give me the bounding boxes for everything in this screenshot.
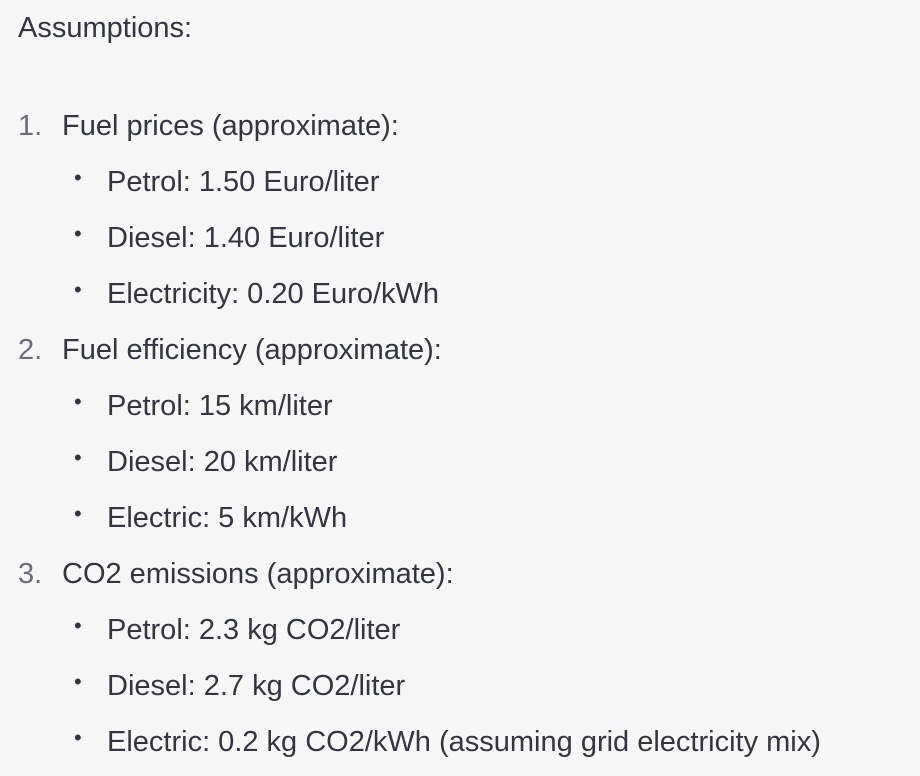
bullet-icon: •	[74, 389, 82, 414]
section-items: • Petrol: 2.3 kg CO2/liter • Diesel: 2.7…	[18, 602, 920, 770]
list-number: 1.	[18, 110, 43, 142]
section-heading: 1. Fuel prices (approximate):	[18, 98, 920, 154]
bullet-icon: •	[74, 501, 82, 526]
list-item-text: Diesel: 1.40 Euro/liter	[107, 222, 385, 254]
list-item: • Petrol: 2.3 kg CO2/liter	[18, 602, 920, 658]
bullet-icon: •	[74, 669, 82, 694]
list-item-text: Petrol: 1.50 Euro/liter	[107, 166, 380, 198]
list-item-text: Electricity: 0.20 Euro/kWh	[107, 278, 439, 310]
section-fuel-prices: 1. Fuel prices (approximate): • Petrol: …	[18, 98, 920, 322]
list-item: • Petrol: 1.50 Euro/liter	[18, 154, 920, 210]
section-items: • Petrol: 1.50 Euro/liter • Diesel: 1.40…	[18, 154, 920, 322]
list-item-text: Petrol: 2.3 kg CO2/liter	[107, 614, 401, 646]
section-title: CO2 emissions (approximate):	[62, 558, 454, 590]
section-title: Fuel prices (approximate):	[62, 110, 399, 142]
list-item: • Electric: 5 km/kWh	[18, 490, 920, 546]
list-item: • Diesel: 20 km/liter	[18, 434, 920, 490]
intro-text: Assumptions:	[18, 12, 193, 44]
list-number: 2.	[18, 334, 43, 366]
assumptions-list: 1. Fuel prices (approximate): • Petrol: …	[18, 98, 920, 770]
section-title: Fuel efficiency (approximate):	[62, 334, 442, 366]
list-item-text: Electric: 5 km/kWh	[107, 502, 348, 534]
list-item-text: Diesel: 2.7 kg CO2/liter	[107, 670, 406, 702]
bullet-icon: •	[74, 165, 82, 190]
list-item: • Diesel: 1.40 Euro/liter	[18, 210, 920, 266]
bullet-icon: •	[74, 221, 82, 246]
list-item-text: Diesel: 20 km/liter	[107, 446, 338, 478]
section-items: • Petrol: 15 km/liter • Diesel: 20 km/li…	[18, 378, 920, 546]
bullet-icon: •	[74, 613, 82, 638]
list-item: • Electricity: 0.20 Euro/kWh	[18, 266, 920, 322]
section-co2-emissions: 3. CO2 emissions (approximate): • Petrol…	[18, 546, 920, 770]
bullet-icon: •	[74, 277, 82, 302]
list-item-text: Petrol: 15 km/liter	[107, 390, 333, 422]
section-fuel-efficiency: 2. Fuel efficiency (approximate): • Petr…	[18, 322, 920, 546]
bullet-icon: •	[74, 445, 82, 470]
section-heading: 2. Fuel efficiency (approximate):	[18, 322, 920, 378]
list-item: • Electric: 0.2 kg CO2/kWh (assuming gri…	[18, 714, 920, 770]
list-number: 3.	[18, 558, 43, 590]
bullet-icon: •	[74, 725, 82, 750]
list-item: • Diesel: 2.7 kg CO2/liter	[18, 658, 920, 714]
message-content: Assumptions: 1. Fuel prices (approximate…	[0, 0, 920, 770]
section-heading: 3. CO2 emissions (approximate):	[18, 546, 920, 602]
list-item-text: Electric: 0.2 kg CO2/kWh (assuming grid …	[107, 726, 821, 758]
list-item: • Petrol: 15 km/liter	[18, 378, 920, 434]
